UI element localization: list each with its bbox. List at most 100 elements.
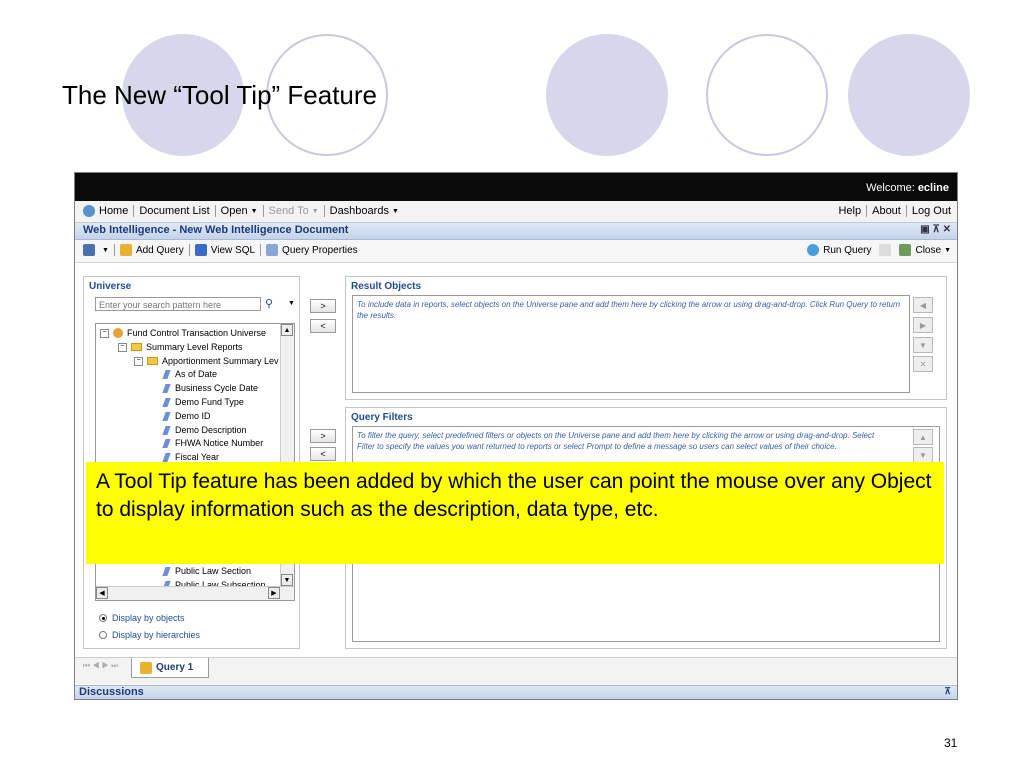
radio-unselected[interactable] — [99, 631, 107, 639]
slide-title: The New “Tool Tip” Feature — [62, 80, 378, 110]
tree-item-label: Business Cycle Date — [175, 383, 259, 393]
remove-all-icon[interactable]: ✕ — [913, 356, 933, 372]
move-left-icon[interactable]: ◀ — [913, 297, 933, 313]
view-sql-button[interactable]: View SQL — [211, 245, 255, 256]
add-query-button[interactable]: Add Query — [136, 245, 184, 256]
tree-item[interactable]: Public Law Section — [162, 566, 252, 576]
window-controls: ▣ ⊼ ✕ — [920, 224, 951, 235]
save-icon[interactable] — [83, 244, 95, 256]
move-right-icon[interactable]: ▶ — [913, 317, 933, 333]
nav-send-to[interactable]: Send To — [269, 205, 309, 217]
dimension-icon — [162, 397, 171, 407]
chevron-down-icon[interactable]: ▼ — [251, 208, 258, 215]
scroll-right-icon[interactable]: ▶ — [268, 587, 280, 599]
nav-log-out[interactable]: Log Out — [912, 205, 951, 217]
divider — [866, 205, 868, 217]
query-filters-title: Query Filters — [351, 412, 413, 423]
top-bar: Welcome: ecline — [75, 173, 957, 201]
view-sql-icon — [194, 244, 207, 256]
chevron-down-icon[interactable]: ▼ — [392, 208, 399, 215]
divider — [133, 205, 135, 217]
document-title-bar: Web Intelligence - New Web Intelligence … — [75, 223, 957, 240]
tree-item[interactable]: − Summary Level Reports — [118, 342, 243, 352]
collapse-icon[interactable]: − — [118, 342, 127, 352]
query-properties-button[interactable]: Query Properties — [282, 245, 358, 256]
remove-filter-button[interactable]: < — [310, 447, 336, 461]
query-icon — [140, 661, 152, 674]
tree-item[interactable]: − Fund Control Transaction Universe — [100, 328, 266, 338]
folder-icon — [147, 357, 158, 365]
tree-item[interactable]: Demo Fund Type — [162, 397, 244, 407]
run-query-icon — [807, 244, 820, 256]
chevron-down-icon[interactable]: ▼ — [102, 247, 109, 254]
result-objects-panel: Result Objects To include data in report… — [345, 276, 947, 400]
tree-item[interactable]: Demo Description — [162, 425, 247, 435]
remove-result-button[interactable]: < — [310, 319, 336, 333]
display-by-objects-label: Display by objects — [112, 613, 185, 623]
scroll-down-icon[interactable]: ▼ — [281, 574, 293, 586]
add-filter-button[interactable]: > — [310, 429, 336, 443]
run-query-button[interactable]: Run Query — [823, 245, 871, 256]
chevron-down-icon[interactable]: ▼ — [288, 300, 295, 307]
welcome-text: Welcome: ecline — [866, 182, 949, 194]
add-result-button[interactable]: > — [310, 299, 336, 313]
display-by-hierarchies-label: Display by hierarchies — [112, 630, 201, 640]
tree-item-label: FHWA Notice Number — [175, 438, 264, 448]
tree-item-label: Public Law Section — [175, 566, 252, 576]
radio-selected[interactable] — [99, 614, 107, 622]
discussions-bar[interactable]: Discussions ⊼ — [75, 685, 957, 699]
tree-item[interactable]: Business Cycle Date — [162, 383, 259, 393]
tree-item[interactable]: FHWA Notice Number — [162, 438, 264, 448]
tree-item-label: Fund Control Transaction Universe — [127, 328, 267, 338]
nav-home[interactable]: Home — [99, 205, 128, 217]
scroll-left-icon[interactable]: ◀ — [96, 587, 108, 599]
result-objects-drop-area[interactable]: To include data in reports, select objec… — [352, 295, 910, 393]
universe-icon — [113, 328, 123, 338]
nav-bar: Home Document List Open ▼ Send To ▼ Dashbo… — [75, 201, 957, 223]
nav-open[interactable]: Open — [221, 205, 248, 217]
tab-query-1[interactable]: Query 1 — [131, 658, 209, 678]
tree-item-label: Fiscal Year — [175, 452, 220, 462]
collapse-icon[interactable]: − — [100, 328, 109, 338]
pin-icon[interactable]: ⊼ — [933, 224, 940, 235]
tree-item-label: Apportionment Summary Lev — [162, 356, 279, 366]
username: ecline — [917, 182, 949, 194]
divider — [262, 205, 264, 217]
display-by-hierarchies-radio[interactable]: Display by hierarchies — [99, 630, 200, 640]
universe-search-input[interactable]: Enter your search pattern here — [95, 297, 261, 311]
purge-icon[interactable] — [879, 244, 892, 256]
nav-document-list[interactable]: Document List — [139, 205, 209, 217]
move-up-icon[interactable]: ▲ — [913, 429, 933, 445]
expand-icon[interactable]: ⊼ — [944, 686, 951, 697]
folder-icon — [131, 343, 142, 351]
close-button[interactable]: Close — [915, 245, 941, 256]
close-icon[interactable]: ✕ — [943, 224, 951, 235]
dimension-icon — [162, 425, 171, 435]
divider — [113, 244, 115, 256]
tree-item[interactable]: Fiscal Year — [162, 452, 220, 462]
welcome-label: Welcome: — [866, 182, 915, 194]
tree-item[interactable]: Demo ID — [162, 411, 211, 421]
discussions-title: Discussions — [79, 686, 144, 698]
tree-item[interactable]: − Apportionment Summary Lev — [134, 356, 279, 366]
chevron-down-icon[interactable]: ▼ — [944, 247, 951, 254]
scroll-up-icon[interactable]: ▲ — [281, 324, 293, 336]
tree-item[interactable]: As of Date — [162, 369, 217, 379]
display-by-objects-radio[interactable]: Display by objects — [99, 613, 185, 623]
maximize-icon[interactable]: ▣ — [920, 224, 929, 235]
chevron-down-icon[interactable]: ▼ — [312, 208, 319, 215]
binoculars-icon[interactable]: ⚲ — [265, 297, 273, 310]
query-filters-hint: To filter the query, select predefined f… — [357, 431, 875, 451]
horizontal-scrollbar[interactable]: ◀ ▶ — [96, 586, 294, 600]
nav-help[interactable]: Help — [838, 205, 861, 217]
filter-icon[interactable]: ▼ — [913, 337, 933, 353]
tooltip-callout: A Tool Tip feature has been added by whi… — [86, 462, 944, 564]
collapse-icon[interactable]: − — [134, 356, 143, 366]
dimension-icon — [162, 566, 171, 576]
dimension-icon — [162, 411, 171, 421]
divider — [905, 205, 907, 217]
tab-navigation-icon[interactable]: ⏮ ◀ ▶ ⏭ — [83, 661, 118, 671]
move-down-icon[interactable]: ▼ — [913, 447, 933, 463]
nav-about[interactable]: About — [872, 205, 901, 217]
nav-dashboards[interactable]: Dashboards — [330, 205, 389, 217]
